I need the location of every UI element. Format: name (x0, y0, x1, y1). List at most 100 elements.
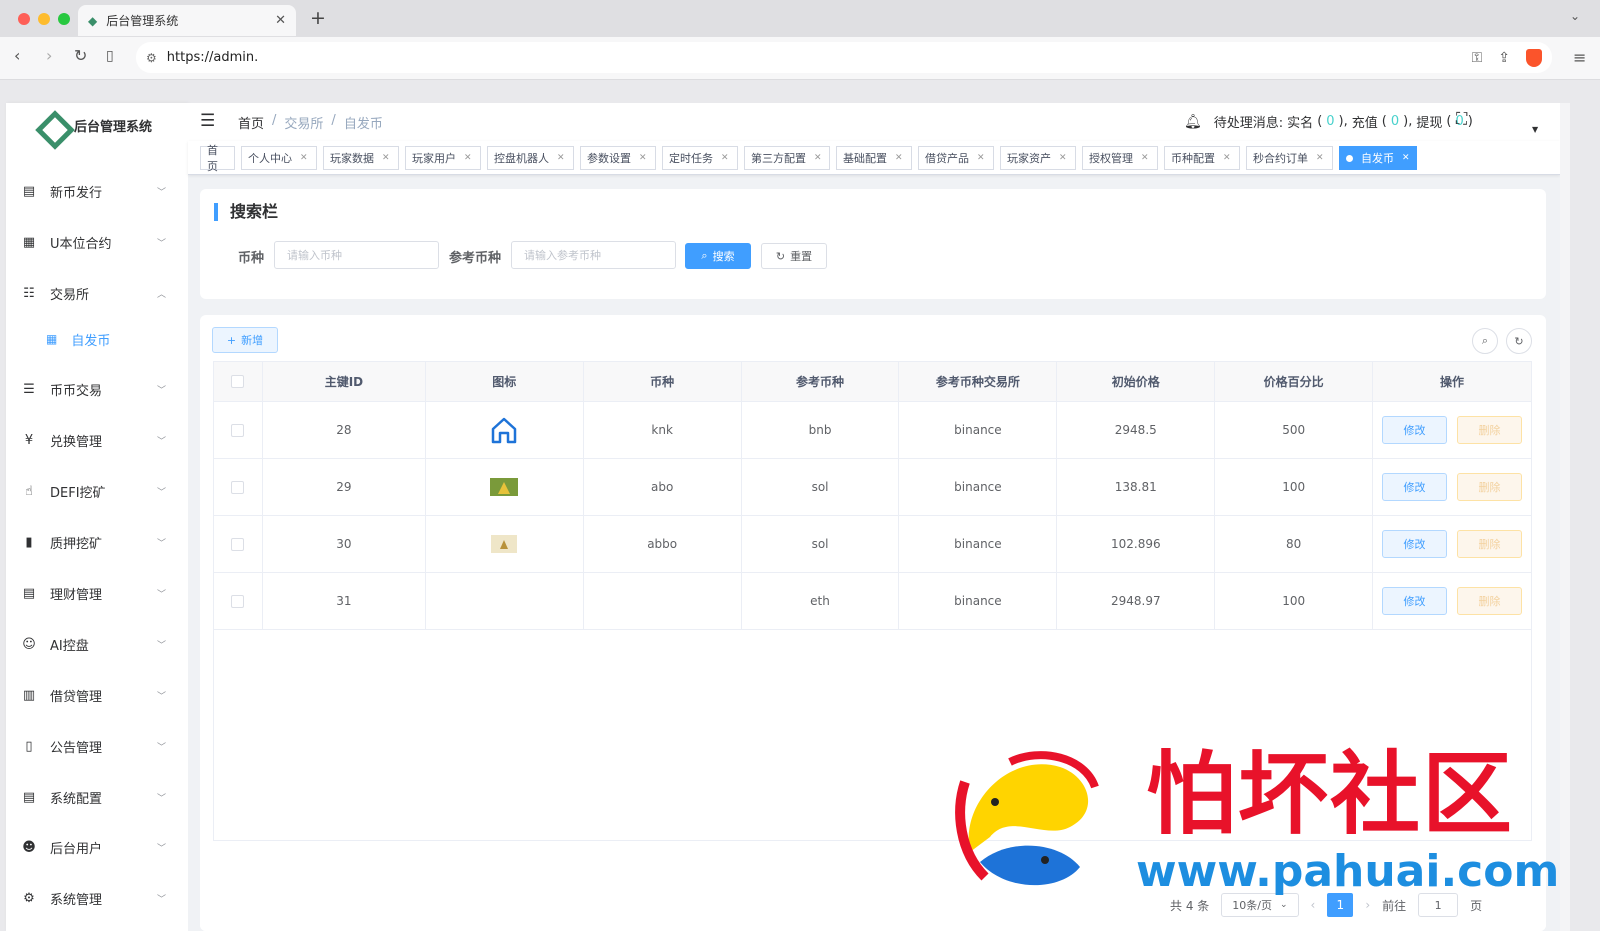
edit-button[interactable]: 修改 (1382, 473, 1448, 501)
tag-10[interactable]: 玩家资产 ✕ (1000, 146, 1076, 170)
sidebar-item-6[interactable]: ▮ 质押挖矿 ﹀ (6, 518, 188, 566)
delete-button[interactable]: 删除 (1457, 473, 1523, 501)
reset-button[interactable]: ↻ 重置 (761, 243, 827, 269)
close-tag-icon[interactable]: ✕ (1141, 153, 1149, 163)
edit-button[interactable]: 修改 (1382, 587, 1448, 615)
row-checkbox[interactable] (231, 537, 245, 551)
row-checkbox[interactable] (231, 480, 245, 494)
close-tag-icon[interactable]: ✕ (639, 153, 647, 163)
refresh-table-button[interactable]: ↻ (1506, 328, 1532, 354)
bell-icon[interactable]: 🔔︎ (1184, 114, 1202, 130)
close-tag-icon[interactable]: ✕ (300, 153, 308, 163)
maximize-window-button[interactable] (58, 13, 70, 25)
tag-8[interactable]: 基础配置 ✕ (836, 146, 912, 170)
tag-0[interactable]: 首页 (200, 144, 235, 173)
breadcrumb-home[interactable]: 首页 (238, 113, 264, 132)
browser-tab[interactable]: ◆ 后台管理系统 ✕ (78, 5, 296, 36)
sidebar-item-10[interactable]: ▯ 公告管理 ﹀ (6, 722, 188, 770)
fullscreen-icon[interactable]: ⛶ (1456, 109, 1467, 129)
sidebar-item-8[interactable]: ☺ AI控盘 ﹀ (6, 620, 188, 668)
close-tag-icon[interactable]: ✕ (382, 153, 390, 163)
back-icon[interactable]: ‹ (14, 46, 20, 65)
delete-button[interactable]: 删除 (1457, 416, 1523, 444)
yen-icon: ¥ (24, 432, 34, 448)
key-icon[interactable]: ⚿ (1472, 50, 1483, 66)
watermark-url: www.pahuai.com (1136, 846, 1560, 897)
notice-realname[interactable]: 实名 (1287, 112, 1313, 131)
tag-3[interactable]: 玩家用户 ✕ (405, 146, 481, 170)
tag-6[interactable]: 定时任务 ✕ (662, 146, 738, 170)
tag-11[interactable]: 授权管理 ✕ (1082, 146, 1158, 170)
page-scrollbar[interactable] (1560, 103, 1570, 931)
close-tag-icon[interactable]: ✕ (1223, 153, 1231, 163)
brave-shield-icon[interactable] (1526, 48, 1542, 67)
ref-coin-input[interactable] (511, 241, 676, 269)
tag-13[interactable]: 秒合约订单 ✕ (1246, 146, 1333, 170)
select-all-checkbox[interactable] (231, 375, 245, 388)
user-dropdown-caret-icon[interactable]: ▼ (1532, 125, 1538, 134)
sidebar-subitem-self-coin[interactable]: ▦ 自发币 (6, 317, 188, 361)
row-checkbox[interactable] (231, 594, 245, 608)
cell-price: 2948.5 (1057, 402, 1216, 458)
edit-button[interactable]: 修改 (1382, 416, 1448, 444)
search-button[interactable]: ⌕ 搜索 (685, 243, 751, 269)
close-tag-icon[interactable]: ✕ (1059, 153, 1067, 163)
sidebar-item-11[interactable]: ▤ 系统配置 ﹀ (6, 773, 188, 821)
reload-icon[interactable]: ↻ (74, 46, 87, 65)
sidebar-item-13[interactable]: ⚙ 系统管理 ﹀ (6, 874, 188, 922)
url-text[interactable]: https://admin. (167, 50, 258, 65)
tag-12[interactable]: 币种配置 ✕ (1164, 146, 1240, 170)
sidebar-subitem-label: 自发币 (71, 333, 111, 349)
minimize-window-button[interactable] (38, 13, 50, 25)
edit-button[interactable]: 修改 (1382, 530, 1448, 558)
sidebar-item-5[interactable]: ☝ DEFI挖矿 ﹀ (6, 467, 188, 515)
tag-9[interactable]: 借贷产品 ✕ (918, 146, 994, 170)
sidebar-item-9[interactable]: ▥ 借贷管理 ﹀ (6, 671, 188, 719)
tag-2[interactable]: 玩家数据 ✕ (323, 146, 399, 170)
app-logo[interactable]: 后台管理系统 (36, 111, 152, 139)
sidebar-item-0[interactable]: ▤ 新币发行 ﹀ (6, 167, 188, 215)
toggle-search-button[interactable]: ⌕ (1472, 328, 1498, 354)
close-tag-icon[interactable]: ✕ (1402, 153, 1410, 163)
sidebar-item-4[interactable]: ¥ 兑换管理 ﹀ (6, 416, 188, 464)
hamburger-icon[interactable]: ☰ (200, 111, 215, 131)
forward-icon[interactable]: › (46, 46, 52, 65)
tag-14[interactable]: 自发币 ✕ (1339, 146, 1417, 170)
address-bar[interactable]: ⚙ https://admin. ⚿ ⇪ (136, 42, 1552, 73)
tag-7[interactable]: 第三方配置 ✕ (744, 146, 830, 170)
close-tag-icon[interactable]: ✕ (721, 153, 729, 163)
sidebar-item-label: 新币发行 (50, 185, 103, 201)
close-tag-icon[interactable]: ✕ (977, 153, 985, 163)
reset-button-label: 重置 (790, 250, 813, 263)
delete-button[interactable]: 删除 (1457, 587, 1523, 615)
close-window-button[interactable] (18, 13, 30, 25)
sidebar-item-2[interactable]: ☷ 交易所 ︿ (6, 269, 188, 317)
notice-recharge[interactable]: 充值 (1352, 112, 1378, 131)
close-tab-icon[interactable]: ✕ (275, 13, 286, 28)
notice-withdraw[interactable]: 提现 (1416, 112, 1442, 131)
coin-input[interactable] (274, 241, 439, 269)
add-button[interactable]: + 新增 (212, 327, 278, 353)
close-tag-icon[interactable]: ✕ (1316, 153, 1324, 163)
browser-menu-icon[interactable]: ≡ (1573, 48, 1586, 67)
share-icon[interactable]: ⇪ (1498, 50, 1510, 66)
tag-1[interactable]: 个人中心 ✕ (241, 146, 317, 170)
cell-icon (426, 516, 584, 572)
close-tag-icon[interactable]: ✕ (464, 153, 472, 163)
sidebar-item-1[interactable]: ▦ U本位合约 ﹀ (6, 218, 188, 266)
close-tag-icon[interactable]: ✕ (557, 153, 565, 163)
house-icon (492, 417, 517, 444)
tag-5[interactable]: 参数设置 ✕ (580, 146, 656, 170)
sidebar-item-12[interactable]: ☻ 后台用户 ﹀ (6, 823, 188, 871)
close-tag-icon[interactable]: ✕ (895, 153, 903, 163)
delete-button[interactable]: 删除 (1457, 530, 1523, 558)
tag-4[interactable]: 控盘机器人 ✕ (487, 146, 574, 170)
tab-list-chevron-icon[interactable]: ⌄ (1570, 9, 1580, 23)
sidebar-item-3[interactable]: ☰ 币币交易 ﹀ (6, 365, 188, 413)
close-tag-icon[interactable]: ✕ (814, 153, 822, 163)
bookmark-icon[interactable]: ▯ (106, 48, 114, 64)
new-tab-button[interactable]: + (310, 7, 326, 29)
row-checkbox[interactable] (231, 423, 245, 437)
site-settings-icon[interactable]: ⚙ (146, 51, 157, 65)
sidebar-item-7[interactable]: ▤ 理财管理 ﹀ (6, 569, 188, 617)
